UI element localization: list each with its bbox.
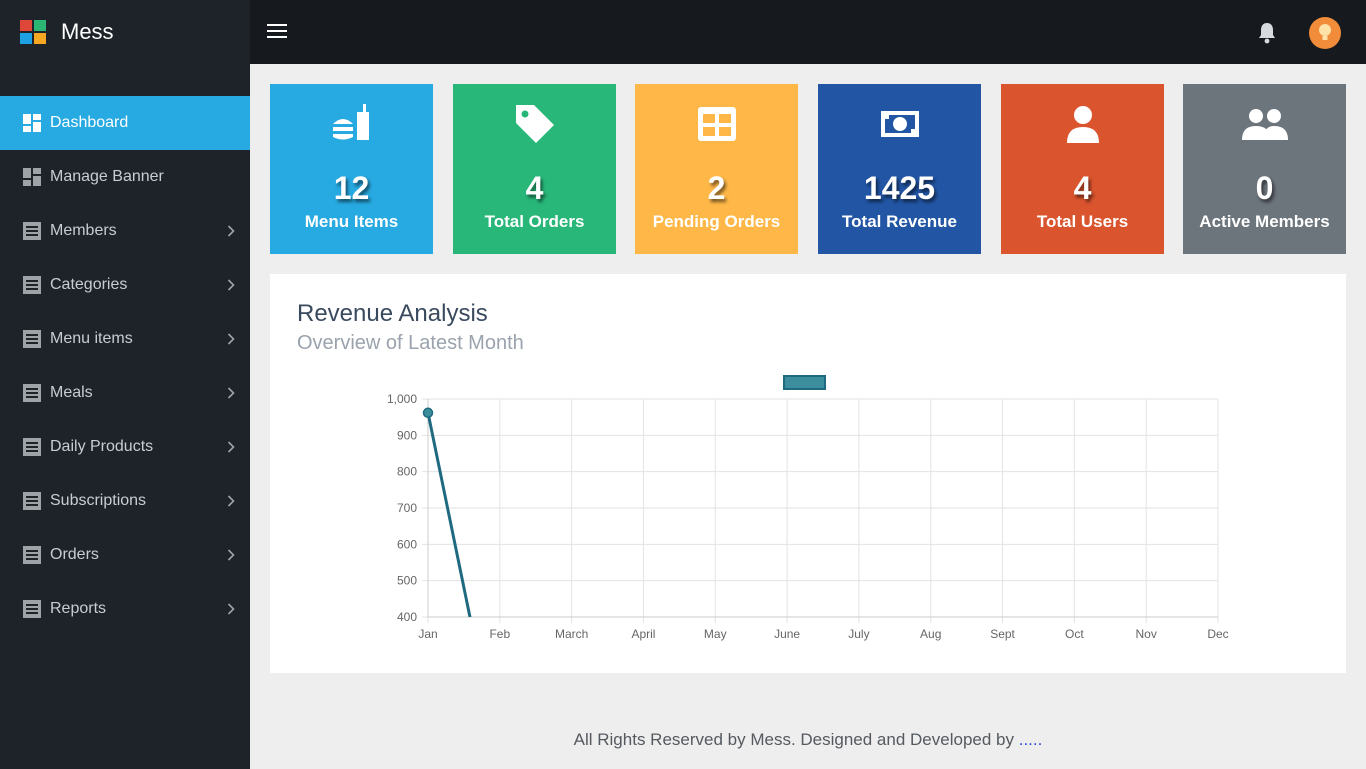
sidebar-item-label: Orders bbox=[50, 546, 99, 563]
chevron-right-icon bbox=[225, 603, 237, 615]
x-tick-label: Dec bbox=[1207, 627, 1228, 641]
list-icon bbox=[23, 384, 41, 402]
sidebar-item-label: Manage Banner bbox=[50, 168, 164, 185]
card-label: Total Orders bbox=[484, 212, 585, 231]
stat-card-total-orders[interactable]: 4 Total Orders bbox=[453, 84, 616, 254]
y-tick-label: 400 bbox=[397, 610, 417, 624]
avatar[interactable] bbox=[1309, 17, 1341, 49]
list-icon bbox=[23, 438, 41, 456]
sidebar-item-members[interactable]: Members bbox=[0, 204, 250, 258]
card-label: Menu Items bbox=[304, 212, 399, 231]
stat-card-menu-items[interactable]: 12 Menu Items bbox=[270, 84, 433, 254]
y-tick-label: 700 bbox=[397, 501, 417, 515]
sidebar-item-manage-banner[interactable]: Manage Banner bbox=[0, 150, 250, 204]
sidebar-item-label: Daily Products bbox=[50, 438, 154, 455]
sidebar-item-label: Meals bbox=[50, 384, 93, 401]
table-icon bbox=[635, 102, 798, 146]
list-icon bbox=[23, 546, 41, 564]
data-point bbox=[422, 407, 434, 419]
x-tick-label: May bbox=[704, 627, 727, 641]
sidebar-nav: Dashboard Manage Banner Members Categories M… bbox=[0, 96, 250, 636]
brand[interactable]: Mess bbox=[0, 0, 250, 64]
hamburger-icon[interactable] bbox=[267, 24, 287, 40]
stat-cards: 12 Menu Items 4 Total Orders 2 Pending Orders… bbox=[270, 84, 1346, 254]
users-icon bbox=[1183, 102, 1346, 146]
revenue-chart: 1,000 900 800 700 600 500 400Jan Feb March April M… bbox=[387, 375, 1229, 641]
sidebar-item-label: Members bbox=[50, 222, 117, 239]
dashboard-icon bbox=[23, 114, 41, 132]
chevron-right-icon bbox=[225, 333, 237, 345]
sidebar-item-subscriptions[interactable]: Subscriptions bbox=[0, 474, 250, 528]
list-icon bbox=[23, 330, 41, 348]
stat-card-pending-orders[interactable]: 2 Pending Orders bbox=[635, 84, 798, 254]
chevron-right-icon bbox=[225, 225, 237, 237]
dashboard-icon bbox=[23, 168, 41, 186]
stat-card-total-users[interactable]: 4 Total Users bbox=[1001, 84, 1164, 254]
x-tick-label: July bbox=[848, 627, 869, 641]
sidebar-item-label: Categories bbox=[50, 276, 128, 293]
x-tick-label: Jan bbox=[418, 627, 437, 641]
sidebar: Mess Dashboard Manage Banner Members Catego… bbox=[0, 0, 250, 769]
footer-text: All Rights Reserved by Mess. Designed an… bbox=[573, 730, 1014, 749]
x-tick-label: Oct bbox=[1065, 627, 1084, 641]
list-icon bbox=[23, 492, 41, 510]
sidebar-item-menu-items[interactable]: Menu items bbox=[0, 312, 250, 366]
stat-card-active-members[interactable]: 0 Active Members bbox=[1183, 84, 1346, 254]
x-tick-label: Feb bbox=[489, 627, 510, 641]
sidebar-item-label: Reports bbox=[50, 600, 107, 617]
x-tick-label: March bbox=[555, 627, 588, 641]
sidebar-item-meals[interactable]: Meals bbox=[0, 366, 250, 420]
x-tick-label: June bbox=[774, 627, 800, 641]
sidebar-item-orders[interactable]: Orders bbox=[0, 528, 250, 582]
sidebar-item-reports[interactable]: Reports bbox=[0, 582, 250, 636]
y-tick-label: 1,000 bbox=[387, 392, 417, 406]
sidebar-item-label: Menu items bbox=[50, 330, 133, 347]
chevron-right-icon bbox=[225, 387, 237, 399]
card-value: 4 bbox=[525, 170, 544, 206]
chevron-right-icon bbox=[225, 495, 237, 507]
chevron-right-icon bbox=[225, 441, 237, 453]
y-tick-label: 800 bbox=[397, 465, 417, 479]
top-bar bbox=[250, 0, 1366, 64]
avatar-icon bbox=[1319, 24, 1331, 40]
card-label: Active Members bbox=[1199, 212, 1330, 231]
card-value: 2 bbox=[707, 170, 726, 206]
card-value: 12 bbox=[333, 170, 370, 206]
list-icon bbox=[23, 276, 41, 294]
x-tick-label: Sept bbox=[990, 627, 1015, 641]
chevron-right-icon bbox=[225, 279, 237, 291]
brand-name: Mess bbox=[61, 19, 114, 44]
list-icon bbox=[23, 600, 41, 618]
card-value: 0 bbox=[1255, 170, 1274, 206]
sidebar-item-daily-products[interactable]: Daily Products bbox=[0, 420, 250, 474]
x-tick-label: Aug bbox=[920, 627, 941, 641]
brand-logo-icon bbox=[20, 20, 46, 44]
list-icon bbox=[23, 222, 41, 240]
y-tick-label: 500 bbox=[397, 574, 417, 588]
x-tick-label: April bbox=[631, 627, 655, 641]
legend-swatch bbox=[783, 375, 826, 390]
sidebar-item-dashboard[interactable]: Dashboard bbox=[0, 96, 250, 150]
sidebar-item-label: Dashboard bbox=[50, 114, 129, 131]
bell-icon[interactable] bbox=[1257, 22, 1277, 44]
card-label: Total Users bbox=[1036, 212, 1129, 231]
footer: All Rights Reserved by Mess. Designed an… bbox=[250, 730, 1366, 750]
card-label: Total Revenue bbox=[842, 212, 957, 231]
sidebar-item-label: Subscriptions bbox=[50, 492, 147, 509]
user-icon bbox=[1001, 102, 1164, 146]
revenue-panel: Revenue Analysis Overview of Latest Mont… bbox=[270, 274, 1346, 673]
sidebar-item-categories[interactable]: Categories bbox=[0, 258, 250, 312]
stat-card-total-revenue[interactable]: 1425 Total Revenue bbox=[818, 84, 981, 254]
chevron-right-icon bbox=[225, 549, 237, 561]
y-tick-label: 600 bbox=[397, 537, 417, 551]
footer-link[interactable]: ..... bbox=[1019, 730, 1043, 749]
food-icon bbox=[270, 102, 433, 146]
tag-icon bbox=[453, 102, 616, 146]
card-value: 4 bbox=[1073, 170, 1092, 206]
card-label: Pending Orders bbox=[652, 212, 781, 231]
x-tick-label: Nov bbox=[1136, 627, 1157, 641]
money-icon bbox=[818, 102, 981, 146]
y-tick-label: 900 bbox=[397, 428, 417, 442]
card-value: 1425 bbox=[863, 170, 936, 206]
